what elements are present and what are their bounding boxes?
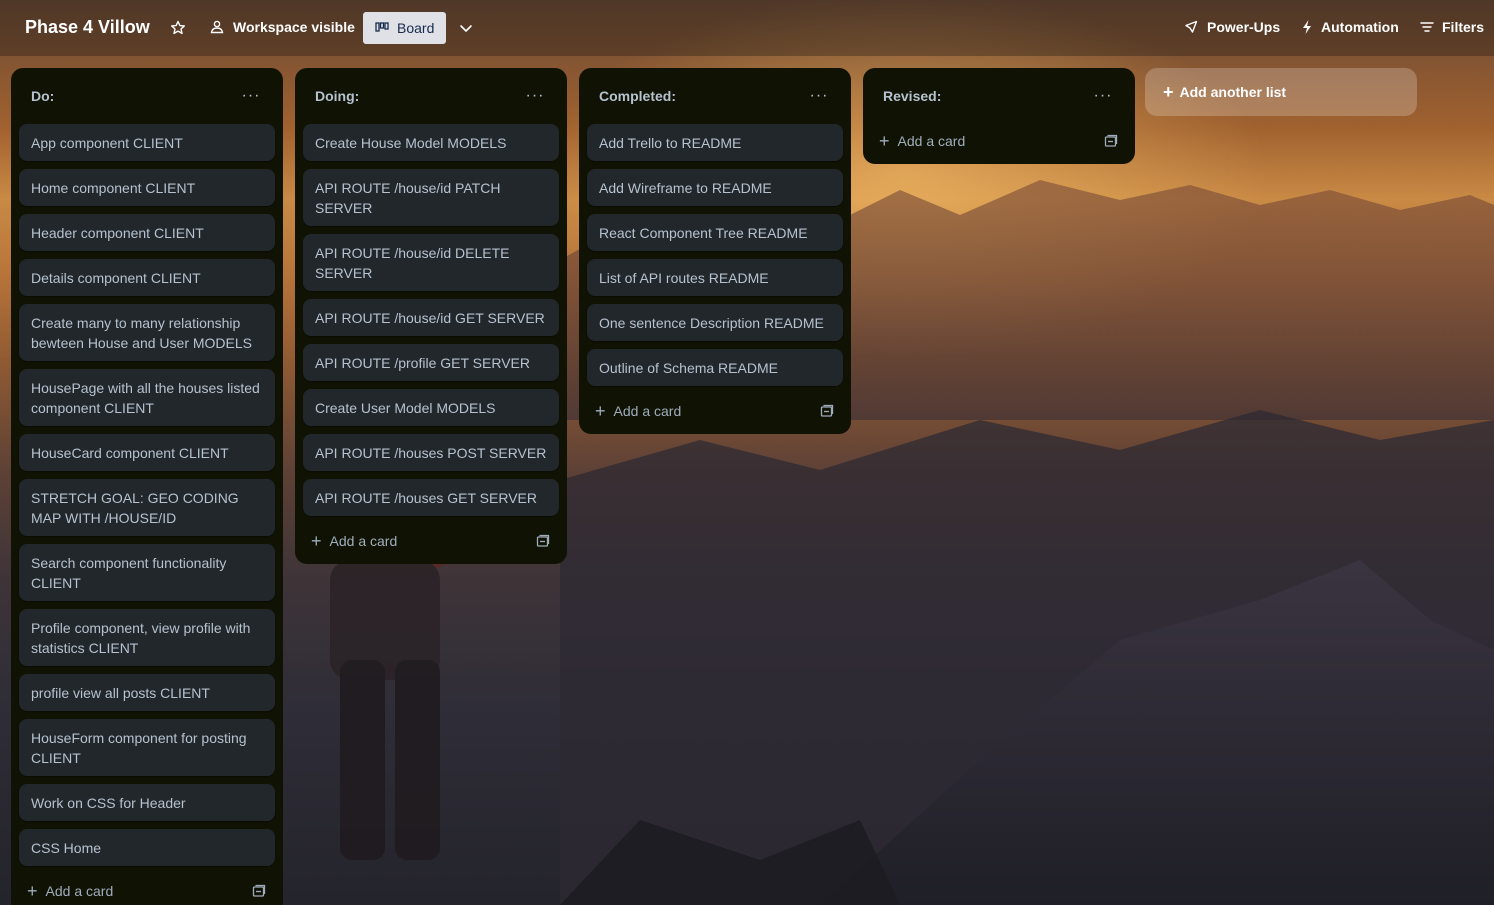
people-icon [210,20,224,34]
list-revised: Revised: ··· + Add a card [863,68,1135,164]
more-icon[interactable]: ··· [807,87,831,105]
card[interactable]: API ROUTE /house/id DELETE SERVER [303,234,559,291]
list-do: Do: ··· App component CLIENT Home compon… [11,68,283,905]
board-title[interactable]: Phase 4 Villow [25,17,150,38]
card[interactable]: Create House Model MODELS [303,124,559,161]
add-card-row: + Add a card [303,524,559,558]
card[interactable]: Add Wireframe to README [587,169,843,206]
card[interactable]: List of API routes README [587,259,843,296]
template-icon[interactable] [1103,133,1119,149]
list-title[interactable]: Completed: [599,88,676,104]
add-card-button[interactable]: + Add a card [879,132,965,150]
board-view-button[interactable]: Board [363,12,447,44]
filters-button[interactable]: Filters [1420,19,1484,35]
card[interactable]: Add Trello to README [587,124,843,161]
card[interactable]: HouseCard component CLIENT [19,434,275,471]
list-doing: Doing: ··· Create House Model MODELS API… [295,68,567,564]
card[interactable]: API ROUTE /houses GET SERVER [303,479,559,516]
card[interactable]: App component CLIENT [19,124,275,161]
more-icon[interactable]: ··· [1091,87,1115,105]
card[interactable]: Create many to many relationship bewteen… [19,304,275,361]
list-title[interactable]: Revised: [883,88,941,104]
plus-icon: + [311,531,322,551]
card[interactable]: Header component CLIENT [19,214,275,251]
add-list-label: Add another list [1179,84,1287,100]
view-switcher-button[interactable] [456,18,476,38]
add-card-button[interactable]: + Add a card [595,402,681,420]
add-card-row: + Add a card [871,124,1127,158]
add-card-button[interactable]: + Add a card [27,882,113,900]
plus-icon: + [879,131,890,151]
plus-icon: + [595,401,606,421]
board-icon [375,22,389,32]
card[interactable]: React Component Tree README [587,214,843,251]
card[interactable]: Details component CLIENT [19,259,275,296]
power-ups-label: Power-Ups [1207,19,1281,35]
star-button[interactable] [168,18,188,38]
card[interactable]: STRETCH GOAL: GEO CODING MAP WITH /HOUSE… [19,479,275,536]
add-card-label: Add a card [613,403,682,419]
list-header: Do: ··· [19,76,275,116]
star-icon [171,20,185,35]
card[interactable]: API ROUTE /house/id GET SERVER [303,299,559,336]
more-icon[interactable]: ··· [523,87,547,105]
card[interactable]: profile view all posts CLIENT [19,674,275,711]
card[interactable]: Search component functionality CLIENT [19,544,275,601]
automation-label: Automation [1321,19,1399,35]
filters-label: Filters [1442,19,1485,35]
plus-icon: + [1163,82,1174,102]
plus-icon: + [27,881,38,901]
card[interactable]: CSS Home [19,829,275,866]
visibility-button[interactable]: Workspace visible [209,19,355,35]
board-header: Phase 4 Villow Workspace visible Board P… [0,0,1494,56]
add-card-button[interactable]: + Add a card [311,532,397,550]
template-icon[interactable] [251,883,267,899]
template-icon[interactable] [535,533,551,549]
card[interactable]: API ROUTE /house/id PATCH SERVER [303,169,559,226]
list-header: Completed: ··· [587,76,843,116]
list-title[interactable]: Doing: [315,88,359,104]
add-card-label: Add a card [329,533,398,549]
card[interactable]: Work on CSS for Header [19,784,275,821]
lightning-icon [1303,20,1311,34]
add-card-label: Add a card [45,883,114,899]
card[interactable]: Home component CLIENT [19,169,275,206]
card[interactable]: Profile component, view profile with sta… [19,609,275,666]
add-card-row: + Add a card [587,394,843,428]
card[interactable]: HouseForm component for posting CLIENT [19,719,275,776]
card[interactable]: API ROUTE /profile GET SERVER [303,344,559,381]
list-header: Revised: ··· [871,76,1127,116]
power-ups-button[interactable]: Power-Ups [1183,19,1280,35]
card[interactable]: Create User Model MODELS [303,389,559,426]
template-icon[interactable] [819,403,835,419]
list-completed: Completed: ··· Add Trello to README Add … [579,68,851,434]
add-list-button[interactable]: + Add another list [1145,68,1417,116]
card[interactable]: Outline of Schema README [587,349,843,386]
rocket-icon [1185,20,1198,33]
card[interactable]: API ROUTE /houses POST SERVER [303,434,559,471]
list-header: Doing: ··· [303,76,559,116]
chevron-down-icon [460,25,472,32]
visibility-label: Workspace visible [233,19,355,35]
filter-icon [1420,22,1434,32]
card[interactable]: One sentence Description README [587,304,843,341]
board-view-label: Board [397,20,435,36]
automation-button[interactable]: Automation [1301,19,1399,35]
more-icon[interactable]: ··· [239,87,263,105]
list-title[interactable]: Do: [31,88,54,104]
add-card-label: Add a card [897,133,966,149]
card[interactable]: HousePage with all the houses listed com… [19,369,275,426]
add-card-row: + Add a card [19,874,275,905]
